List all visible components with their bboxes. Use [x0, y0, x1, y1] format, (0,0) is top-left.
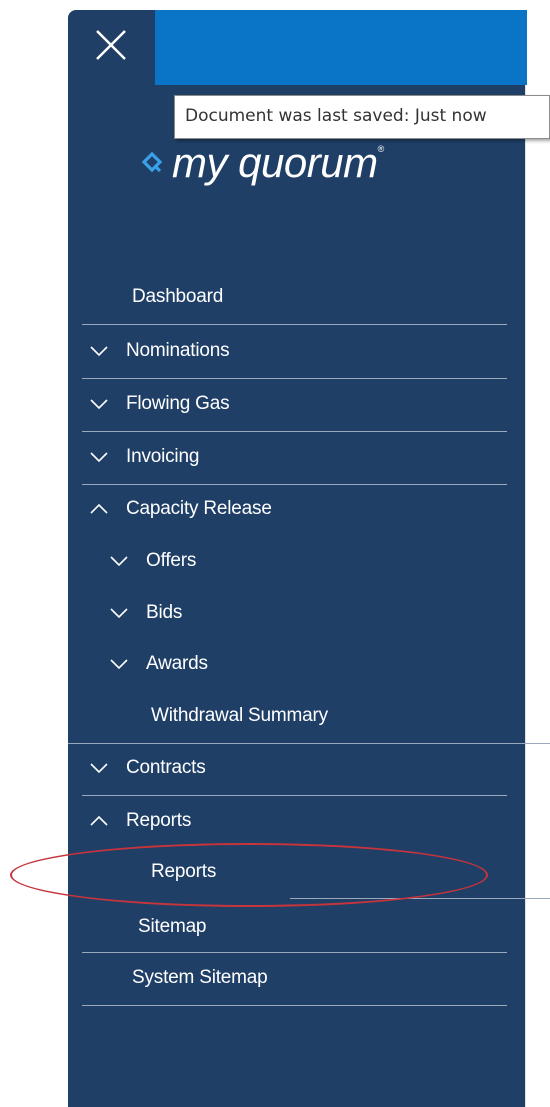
nav-item-label: Offers: [146, 550, 197, 571]
page-content-edge: [525, 85, 550, 1107]
chevron-up-icon: [90, 503, 108, 514]
chevron-down-icon: [90, 452, 108, 463]
nav-item-offers[interactable]: Offers: [110, 550, 196, 572]
nav-item-invoicing[interactable]: Invoicing: [90, 446, 199, 468]
save-status-tooltip: Document was last saved: Just now: [174, 95, 550, 139]
nav-item-label: Withdrawal Summary: [151, 705, 328, 726]
nav-item-label: Invoicing: [126, 446, 200, 467]
header-bar: [155, 10, 527, 85]
nav-item-label: Contracts: [126, 757, 206, 778]
nav-item-reports-child[interactable]: Reports: [151, 861, 216, 883]
nav-item-label: Nominations: [126, 340, 230, 361]
divider: [68, 743, 550, 744]
nav-item-label: Capacity Release: [126, 498, 272, 519]
logo-registered-mark: ®: [377, 144, 385, 154]
nav-item-dashboard[interactable]: Dashboard: [132, 286, 223, 308]
nav-item-reports[interactable]: Reports: [90, 810, 191, 832]
logo-text: my quorum: [172, 139, 378, 186]
nav-item-label: Sitemap: [138, 916, 207, 937]
nav-item-label: Reports: [126, 810, 192, 831]
brand-logo: my quorum ®: [140, 138, 384, 188]
nav-item-sitemap[interactable]: Sitemap: [138, 916, 207, 938]
nav-item-label: Dashboard: [132, 286, 224, 307]
chevron-down-icon: [110, 608, 128, 619]
nav-item-label: Awards: [146, 653, 208, 674]
divider: [290, 898, 550, 899]
chevron-down-icon: [90, 399, 108, 410]
nav-item-label: Reports: [151, 861, 217, 882]
nav-item-label: Bids: [146, 602, 183, 623]
nav-item-bids[interactable]: Bids: [110, 602, 182, 624]
nav-item-flowing-gas[interactable]: Flowing Gas: [90, 393, 230, 415]
nav-item-awards[interactable]: Awards: [110, 653, 208, 675]
chevron-down-icon: [90, 346, 108, 357]
nav-item-capacity-release[interactable]: Capacity Release: [90, 498, 272, 520]
nav-item-label: System Sitemap: [132, 967, 268, 988]
quorum-logo-icon: [141, 151, 163, 173]
chevron-down-icon: [90, 763, 108, 774]
divider: [82, 1005, 507, 1006]
divider: [82, 431, 507, 432]
divider: [82, 952, 507, 953]
divider: [82, 324, 507, 325]
chevron-down-icon: [110, 556, 128, 567]
chevron-down-icon: [110, 659, 128, 670]
close-icon[interactable]: [92, 26, 132, 66]
nav-item-nominations[interactable]: Nominations: [90, 340, 230, 362]
nav-item-withdrawal-summary[interactable]: Withdrawal Summary: [151, 705, 328, 727]
divider: [82, 795, 507, 796]
nav-item-contracts[interactable]: Contracts: [90, 757, 206, 779]
nav-item-system-sitemap[interactable]: System Sitemap: [132, 967, 268, 989]
divider: [82, 378, 507, 379]
divider: [82, 484, 507, 485]
chevron-up-icon: [90, 815, 108, 826]
nav-item-label: Flowing Gas: [126, 393, 230, 414]
